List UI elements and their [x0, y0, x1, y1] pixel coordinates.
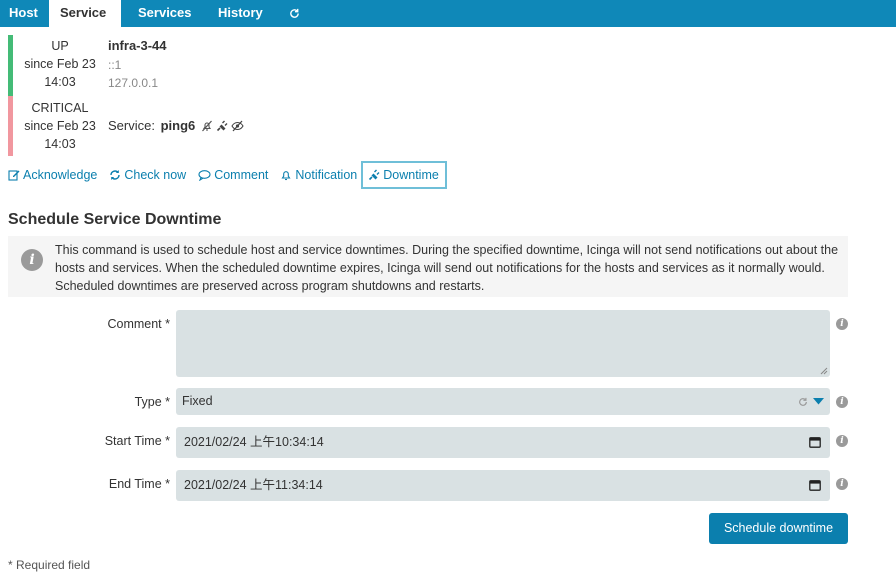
- tab-bar: Host Service Services History: [0, 0, 896, 27]
- refresh-icon: [799, 397, 807, 406]
- host-state-label: UP: [51, 39, 69, 53]
- host-state-since: since Feb 23: [24, 57, 96, 71]
- edit-icon: [8, 170, 20, 181]
- tab-service[interactable]: Service: [49, 0, 121, 27]
- bell-icon: [281, 171, 291, 181]
- tab-services[interactable]: Services: [121, 0, 205, 27]
- end-time-label: End Time *: [108, 477, 170, 491]
- object-actions: Acknowledge Check now Comment Notificati…: [8, 160, 459, 190]
- downtime-link[interactable]: Downtime: [361, 161, 447, 189]
- acknowledge-link[interactable]: Acknowledge: [8, 168, 97, 182]
- service-state-since: since Feb 23: [24, 119, 96, 133]
- tab-host[interactable]: Host: [0, 0, 49, 27]
- calendar-icon[interactable]: [809, 479, 821, 491]
- end-time-value: 2021/02/24 上午11:34:14: [184, 478, 323, 492]
- host-address-ipv4: 127.0.0.1: [108, 76, 159, 90]
- host-name[interactable]: infra-3-44: [108, 38, 167, 53]
- service-state-time: 14:03: [44, 137, 76, 151]
- comment-info-icon[interactable]: i: [836, 318, 848, 330]
- comment-label: Comment: [214, 168, 269, 182]
- start-time-label: Start Time *: [104, 434, 170, 448]
- check-now-label: Check now: [124, 168, 187, 182]
- chevron-down-icon: [813, 398, 824, 405]
- refresh-button[interactable]: [283, 0, 319, 27]
- tab-history[interactable]: History: [205, 0, 283, 27]
- notification-label: Notification: [295, 168, 358, 182]
- start-time-input[interactable]: 2021/02/24 上午10:34:14: [176, 427, 830, 458]
- host-state-row[interactable]: UP since Feb 23 14:03 infra-3-44 ::1 127…: [8, 35, 848, 96]
- speech-bubble-icon: [198, 170, 211, 181]
- arrows-cycle-icon: [110, 170, 121, 180]
- end-time-input[interactable]: 2021/02/24 上午11:34:14: [176, 470, 830, 501]
- resize-handle-icon[interactable]: [820, 367, 828, 375]
- schedule-downtime-button[interactable]: Schedule downtime: [709, 513, 848, 544]
- check-now-link[interactable]: Check now: [109, 168, 186, 182]
- acknowledge-label: Acknowledge: [23, 168, 98, 182]
- comment-label: Comment *: [107, 317, 170, 331]
- type-select-controls: [798, 388, 824, 415]
- notification-link[interactable]: Notification: [280, 168, 357, 182]
- end-time-info-icon[interactable]: i: [836, 478, 848, 490]
- service-name[interactable]: ping6: [161, 118, 196, 133]
- required-field-note: * Required field: [8, 558, 91, 572]
- service-line: Service: ping6: [108, 118, 244, 133]
- eye-slash-icon: [231, 120, 244, 131]
- service-prefix: Service:: [108, 118, 159, 133]
- plug-icon: [369, 169, 380, 181]
- type-info-icon[interactable]: i: [836, 396, 848, 408]
- start-time-info-icon[interactable]: i: [836, 435, 848, 447]
- host-address-ipv6: ::1: [108, 58, 122, 72]
- service-state-label: CRITICAL: [31, 101, 89, 115]
- type-value: Fixed: [182, 394, 213, 408]
- refresh-icon: [290, 8, 299, 18]
- info-text: This command is used to schedule host an…: [55, 243, 839, 293]
- comment-textarea[interactable]: [176, 310, 830, 377]
- downtime-label: Downtime: [383, 168, 439, 182]
- start-time-value: 2021/02/24 上午10:34:14: [184, 435, 324, 449]
- info-icon: i: [21, 249, 43, 271]
- service-state-row[interactable]: CRITICAL since Feb 23 14:03 Service: pin…: [8, 96, 848, 156]
- service-status-icons: [201, 120, 244, 132]
- comment-link[interactable]: Comment: [198, 168, 268, 182]
- calendar-icon[interactable]: [809, 436, 821, 448]
- bell-slash-icon: [202, 120, 213, 131]
- type-select[interactable]: Fixed: [176, 388, 830, 415]
- info-box: i This command is used to schedule host …: [8, 236, 848, 297]
- plug-icon: [217, 120, 228, 131]
- type-label: Type *: [134, 395, 170, 409]
- form-title: Schedule Service Downtime: [8, 211, 222, 228]
- host-state-time: 14:03: [44, 75, 76, 89]
